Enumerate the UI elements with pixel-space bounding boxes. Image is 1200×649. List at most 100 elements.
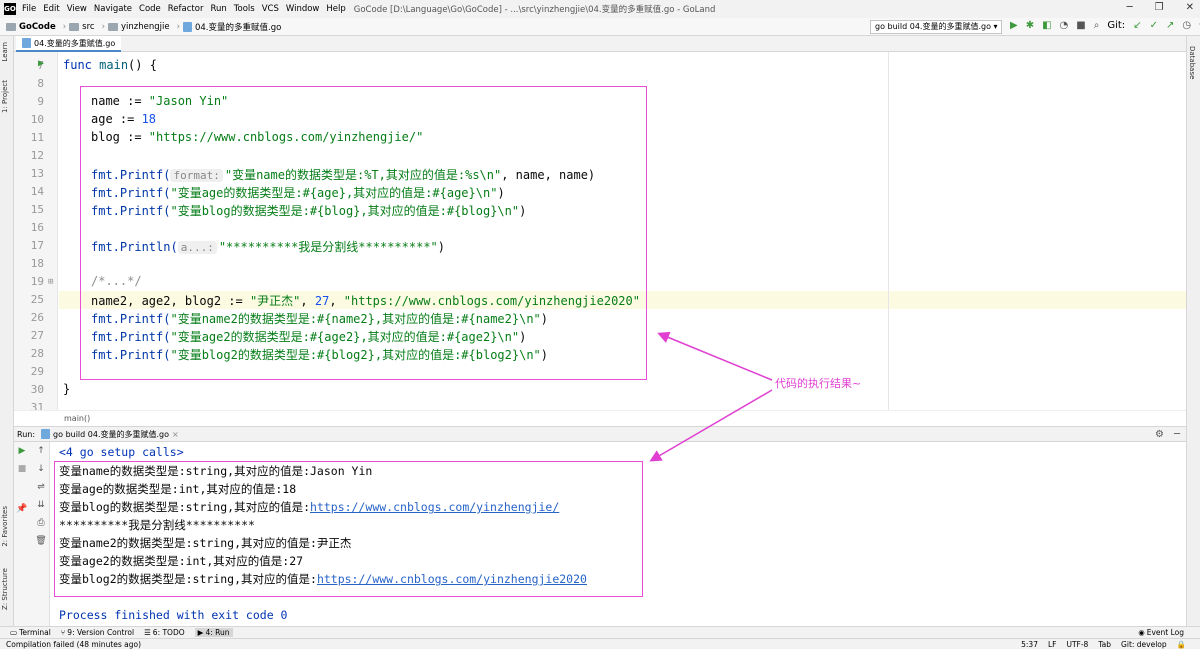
favorites-tool-tab[interactable]: 2: Favorites [1,506,9,547]
folder-icon [6,22,16,31]
folder-icon [69,22,80,31]
hide-icon[interactable]: ─ [1174,429,1180,440]
file-encoding[interactable]: UTF-8 [1066,640,1088,649]
run-icon[interactable]: ▶ [1010,20,1018,31]
project-tool-tab[interactable]: 1: Project [1,80,9,113]
annotation-text: 代码的执行结果~ [775,377,862,390]
line-number: 25 [30,293,44,306]
pin-icon[interactable]: 📌 [15,504,29,514]
learn-tool-tab[interactable]: Learn [1,42,9,62]
menu-vcs[interactable]: VCS [262,4,279,14]
folder-icon [107,22,118,31]
coverage-icon[interactable]: ◧ [1042,20,1051,31]
terminal-icon: ▭ [10,628,18,637]
go-file-icon [22,38,31,48]
menu-help[interactable]: Help [326,4,345,14]
editor-tab-bar: 04.变量的多重赋值.go [14,36,1186,52]
breadcrumb-separator-icon: › [62,21,67,32]
scroll-down-icon[interactable]: ↓ [34,464,48,474]
line-number: 9 [37,95,44,108]
menu-tools[interactable]: Tools [234,4,255,14]
git-update-icon[interactable]: ↙ [1133,20,1141,31]
menu-window[interactable]: Window [286,4,320,14]
debug-icon[interactable]: ✱ [1026,20,1034,31]
stop-icon[interactable]: ■ [1076,20,1085,31]
menu-edit[interactable]: Edit [43,4,59,14]
line-number: 8 [37,77,44,90]
menu-view[interactable]: View [67,4,87,14]
line-number: 11 [30,131,44,144]
breadcrumb-project[interactable]: GoCode [19,22,56,32]
profile-icon[interactable]: ◔ [1060,20,1069,31]
run-panel-header: Run: go build 04.变量的多重赋值.go × ⚙ ─ [14,426,1186,442]
line-number: 29 [30,365,44,378]
window-controls: ─ ❐ ✕ [1127,2,1194,13]
search-icon[interactable]: ⌕ [1094,20,1100,31]
run-tab[interactable]: ▶ 4: Run [194,628,233,637]
go-file-icon [182,21,192,32]
git-commit-icon[interactable]: ✓ [1150,20,1158,31]
database-tool-tab[interactable]: Database [1188,46,1196,79]
menu-file[interactable]: File [22,4,36,14]
close-icon[interactable]: ✕ [1186,2,1194,13]
menu-navigate[interactable]: Navigate [94,4,132,14]
line-number: 31 [30,401,44,410]
line-number: 14 [30,185,44,198]
go-file-icon [41,429,51,439]
stop-icon[interactable]: ■ [15,464,29,474]
lock-icon[interactable]: 🔒 [1177,640,1186,649]
editor-gutter: 7 ▶ 8 9 10 11 12 13 14 15 16 17 18 19 ⊞ … [14,52,58,410]
menu-run[interactable]: Run [210,4,226,14]
line-number: 30 [30,383,44,396]
main-menu: File Edit View Navigate Code Refactor Ru… [22,4,346,14]
soft-wrap-icon[interactable]: ⇌ [34,482,48,492]
code-line-7: func main() { [63,58,157,72]
caret-position[interactable]: 5:37 [1021,640,1038,649]
breadcrumb: GoCode › src › yinzhengjie › 04.变量的多重赋值.… [6,21,281,33]
line-separator[interactable]: LF [1048,640,1057,649]
git-branch[interactable]: Git: develop [1121,640,1167,649]
fold-expand-icon[interactable]: ⊞ [48,277,53,287]
minimize-icon[interactable]: ─ [1127,2,1133,13]
close-icon[interactable]: × [172,430,179,439]
structure-tool-tab[interactable]: Z: Structure [1,568,9,610]
editor-breadcrumb[interactable]: main() [14,410,1186,426]
code-highlight-box [80,86,647,380]
line-number: 26 [30,311,44,324]
bottom-tool-tabs: ▭ Terminal ⑂ 9: Version Control ☰ 6: TODO ▶… [0,626,1200,638]
run-configuration-select[interactable]: go build 04.变量的多重赋值.go ▾ [870,20,1002,34]
version-control-tab[interactable]: ⑂ 9: Version Control [61,628,134,637]
indent-setting[interactable]: Tab [1098,640,1111,649]
line-number: 18 [30,257,44,270]
breadcrumb-package[interactable]: yinzhengjie [121,22,170,32]
settings-icon[interactable]: ⚙ [1155,429,1164,440]
editor-tab[interactable]: 04.变量的多重赋值.go [16,36,122,52]
event-log-tab[interactable]: ◉ Event Log [1138,628,1184,637]
version-control-icon: ⑂ [60,628,66,637]
git-history-icon[interactable]: ◷ [1182,20,1191,31]
maximize-icon[interactable]: ❐ [1155,2,1164,13]
scroll-to-end-icon[interactable]: ⇊ [34,500,48,510]
run-panel-toolbar: ▶ ↑ ■ ↓ ⇌ ⇊ 📌 ⎙ 🗑 [14,442,50,626]
menu-code[interactable]: Code [139,4,161,14]
todo-icon: ☰ [144,628,151,637]
git-push-icon[interactable]: ↗ [1166,20,1174,31]
line-number: 15 [30,203,44,216]
terminal-tab[interactable]: ▭ Terminal [10,628,51,637]
menu-refactor[interactable]: Refactor [168,4,204,14]
console-setup-calls[interactable]: <4 go setup calls> [59,445,184,459]
status-message[interactable]: Compilation failed (48 minutes ago) [6,640,141,649]
rerun-icon[interactable]: ▶ [15,446,29,456]
todo-tab[interactable]: ☰ 6: TODO [144,628,185,637]
breadcrumb-separator-icon: › [176,21,180,32]
clear-icon[interactable]: 🗑 [34,536,48,546]
print-icon[interactable]: ⎙ [34,518,48,528]
line-number: 12 [30,149,44,162]
breadcrumb-src[interactable]: src [82,22,94,32]
run-gutter-icon[interactable]: ▶ [38,58,44,69]
run-panel-tab-label: go build 04.变量的多重赋值.go [53,429,170,439]
line-number: 27 [30,329,44,342]
breadcrumb-file[interactable]: 04.变量的多重赋值.go [195,21,281,33]
run-panel-tab[interactable]: go build 04.变量的多重赋值.go × [41,429,179,440]
scroll-up-icon[interactable]: ↑ [34,446,48,456]
